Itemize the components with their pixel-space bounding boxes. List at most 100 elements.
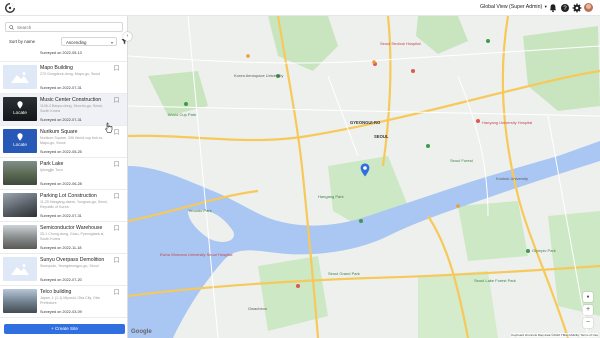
search-box[interactable]	[5, 22, 123, 32]
site-name: Nurikum Square	[40, 129, 78, 135]
bookmark-icon[interactable]	[114, 161, 119, 167]
sidebar: Sort by name Ascending ▾ Surveyed on 202…	[0, 16, 128, 338]
avatar[interactable]	[584, 3, 593, 12]
map-label: Seoul Forest	[450, 158, 473, 163]
list-item[interactable]: Park Lake Ijdongjjin Tovu Surveyed on 20…	[0, 158, 127, 190]
site-date: Surveyed on 2022-05-25	[40, 150, 82, 154]
map-label: Yeouido Park	[188, 208, 212, 213]
site-thumbnail	[3, 225, 37, 249]
create-site-button[interactable]: + Create Site	[4, 324, 125, 334]
locate-label: Locate	[13, 142, 27, 147]
chevron-down-icon: ▾	[110, 39, 113, 45]
bell-icon[interactable]	[548, 3, 558, 13]
map-label: Seoul Seobuk Hospital	[380, 41, 421, 46]
site-thumbnail	[3, 65, 37, 89]
site-date: Surveyed on 2022-05-13	[40, 51, 82, 55]
site-thumbnail	[3, 289, 37, 313]
bookmark-icon[interactable]	[114, 97, 119, 103]
search-icon	[9, 25, 14, 30]
site-name: Park Lake	[40, 161, 64, 167]
map-label: Seoul Lake Forest Park	[474, 278, 516, 283]
site-name: Telco building	[40, 289, 72, 295]
map-attribution[interactable]: Keyboard shortcuts Map data ©2022 TMap M…	[511, 333, 598, 337]
site-list[interactable]: Surveyed on 2022-05-13 Mapo Building 270…	[0, 50, 128, 322]
map-label: World Cup Park	[168, 112, 197, 117]
site-thumbnail	[3, 257, 37, 281]
map-label: Hangang Park	[318, 194, 344, 199]
locate-label: Locate	[13, 110, 27, 115]
site-address: Ijdongjjin Tovu	[40, 168, 63, 172]
location-pin-icon	[17, 133, 23, 141]
bookmark-icon[interactable]	[114, 129, 119, 135]
bookmark-icon[interactable]	[114, 225, 119, 231]
site-address: Nurikum Square, 396 World cup buk-ro, Ma…	[40, 136, 104, 145]
image-placeholder-icon	[11, 72, 29, 83]
top-bar: Global View (Super Admin) ▾ ?	[0, 0, 600, 16]
site-thumbnail	[3, 193, 37, 217]
sort-order-value: Ascending	[66, 39, 87, 45]
site-address: 11-25 Hangang-daero, Yongsan-gu, Seoul, …	[40, 200, 109, 209]
site-name: Parking Lot Construction	[40, 193, 97, 199]
sort-by-label: Sort by name	[9, 39, 36, 44]
bookmark-icon[interactable]	[114, 65, 119, 71]
site-date: Surveyed on 2022-07-31	[40, 214, 82, 218]
settings-icon[interactable]	[572, 3, 582, 13]
bookmark-icon[interactable]	[114, 193, 119, 199]
site-date: Surveyed on 2022-06-28	[40, 182, 82, 186]
site-name: Music Center Construction	[40, 97, 102, 103]
map-label: Ewha Womans University Seoul Hospital	[160, 252, 233, 257]
help-icon[interactable]: ?	[560, 3, 570, 13]
map-label: Seoul Grand Park	[328, 271, 360, 276]
site-date: Surveyed on 2022-07-31	[40, 118, 82, 122]
map-label: SEOUL	[374, 134, 389, 139]
location-pin-icon	[17, 101, 23, 109]
search-input[interactable]	[17, 23, 117, 31]
list-item[interactable]: Parking Lot Construction 11-25 Hangang-d…	[0, 190, 127, 222]
site-location-pin-icon[interactable]	[360, 163, 370, 177]
site-address: Seonyudo, Yeongdeungpo-gu, Seoul	[40, 264, 99, 268]
collapse-sidebar-button[interactable]: ‹	[123, 32, 132, 41]
chevron-down-icon: ▾	[544, 4, 547, 9]
zoom-in-button[interactable]: +	[583, 305, 593, 315]
view-selector[interactable]: Global View (Super Admin) ▾	[480, 4, 547, 10]
map-label: Korea Aerospace University	[234, 73, 284, 78]
site-date: Surveyed on 2022-11-18	[40, 246, 82, 250]
site-address: 1106-3 Banpo-dong, Seocho-gu, Seoul, Sou…	[40, 104, 104, 113]
sort-row: Sort by name Ascending ▾	[5, 37, 128, 47]
list-item[interactable]: Semiconductor Warehouse 25-1 Chung-dong,…	[0, 222, 127, 254]
list-item[interactable]: Mapo Building 270 Gongdeok-dong, Mapo-gu…	[0, 62, 127, 94]
site-date: Surveyed on 2022-07-31	[40, 86, 82, 90]
view-selector-label: Global View (Super Admin)	[480, 4, 543, 10]
site-address: 25-1 Chung-dong, Gusu, Pyeongtaek-si, So…	[40, 232, 105, 241]
image-placeholder-icon	[11, 264, 29, 275]
street-view-icon[interactable]: ●	[583, 292, 593, 302]
map-label: Hanyang University Hospital	[482, 120, 533, 125]
site-address: 270 Gongdeok-dong, Mapo-gu, Seoul	[40, 72, 101, 76]
map-label: Konkuk University	[496, 176, 529, 181]
list-item[interactable]: Surveyed on 2022-05-13	[0, 50, 127, 62]
hand-cursor-icon	[105, 122, 113, 133]
google-logo: Google	[131, 329, 152, 335]
zoom-out-button[interactable]: −	[583, 318, 593, 328]
map-label: Gwacheon	[248, 306, 268, 311]
sort-order-select[interactable]: Ascending ▾	[61, 37, 117, 46]
list-item[interactable]: Telco building Japan, 1 (1-1) Miyoshi, O…	[0, 286, 127, 318]
bookmark-icon[interactable]	[114, 289, 119, 295]
app-logo[interactable]	[4, 2, 16, 14]
site-thumbnail: Locate	[3, 97, 37, 121]
map-view[interactable]: Seoul Seobuk Hospital Korea Aerospace Un…	[128, 16, 600, 338]
map-canvas	[128, 16, 600, 338]
site-name: Mapo Building	[40, 65, 73, 71]
site-name: Semiconductor Warehouse	[40, 225, 103, 231]
site-date: Surveyed on 2022-03-09	[40, 310, 82, 314]
list-item[interactable]: Locate Music Center Construction 1106-3 …	[0, 94, 127, 126]
site-thumbnail: Locate	[3, 129, 37, 153]
site-thumbnail	[3, 161, 37, 185]
map-label: Olympic Park	[532, 248, 556, 253]
site-date: Surveyed on 2022-07-20	[40, 278, 82, 282]
site-name: Sunyu Overpass Demolition	[40, 257, 105, 263]
site-address: Japan, 1 (1-1) Miyoshi, Oita City, Oita …	[40, 296, 100, 305]
list-item[interactable]: Sunyu Overpass Demolition Seonyudo, Yeon…	[0, 254, 127, 286]
bookmark-icon[interactable]	[114, 257, 119, 263]
map-label: GYEONGUI-RO	[350, 120, 381, 125]
